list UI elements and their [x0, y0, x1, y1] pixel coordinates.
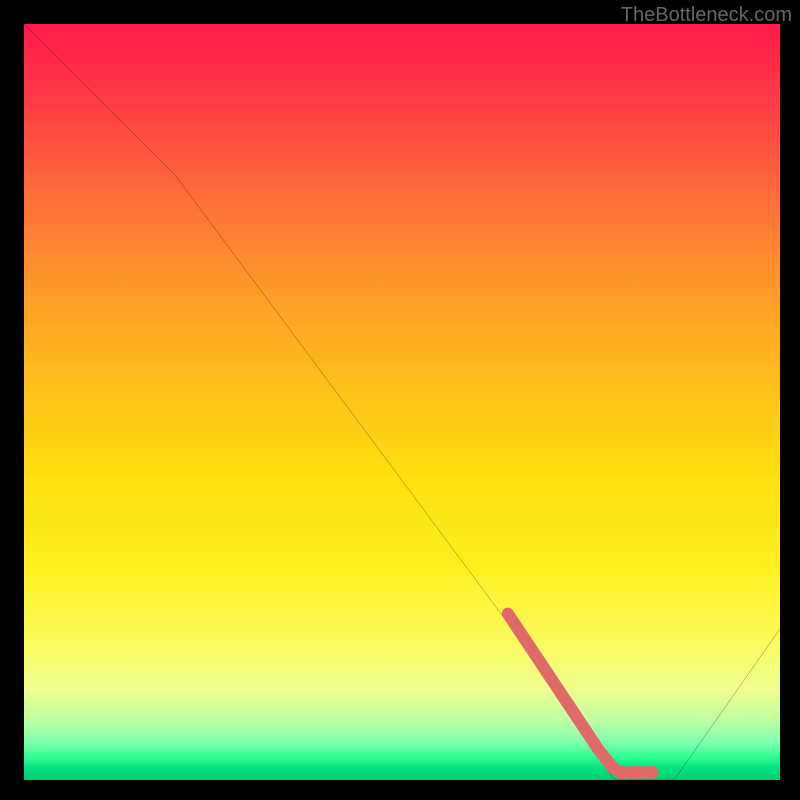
chart-highlight-stroke	[508, 614, 652, 773]
chart-highlight-dot	[614, 766, 628, 780]
chart-highlight-dot	[645, 766, 659, 780]
chart-main-curve	[24, 24, 780, 780]
chart-highlight-dot	[630, 766, 644, 780]
chart-highlight-group	[508, 614, 652, 773]
watermark-text: TheBottleneck.com	[621, 4, 792, 27]
chart-svg-overlay	[24, 24, 780, 780]
chart-plot-area	[24, 24, 780, 780]
